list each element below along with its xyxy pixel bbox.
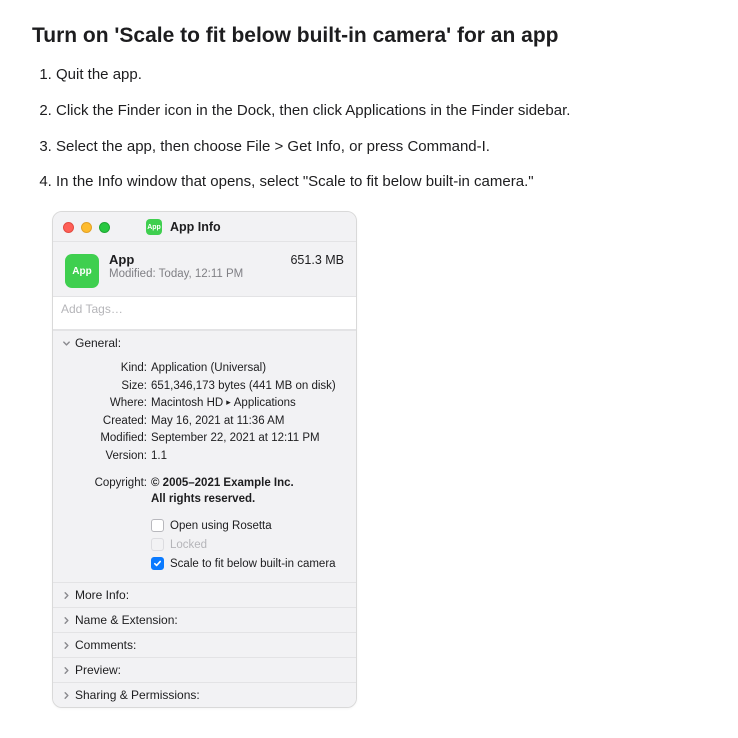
checkbox-icon: [151, 538, 164, 551]
kv-value: © 2005–2021 Example Inc. All rights rese…: [151, 476, 346, 507]
checkbox-icon[interactable]: [151, 519, 164, 532]
kv-value: Macintosh HD▸Applications: [151, 396, 346, 412]
header-modified: Modified: Today, 12:11 PM: [109, 268, 344, 280]
tags-field[interactable]: [53, 296, 356, 330]
section-label: Comments:: [75, 638, 136, 652]
kv-label: Where:: [63, 396, 151, 412]
kv-modified: Modified: September 22, 2021 at 12:11 PM: [63, 431, 346, 447]
tags-input[interactable]: [59, 301, 350, 317]
info-header: App App 651.3 MB Modified: Today, 12:11 …: [53, 242, 356, 296]
section-comments-header[interactable]: Comments:: [53, 632, 356, 657]
header-modified-value: Today, 12:11 PM: [159, 268, 244, 280]
checkbox-row-rosetta[interactable]: Open using Rosetta: [151, 519, 346, 532]
kv-where: Where: Macintosh HD▸Applications: [63, 396, 346, 412]
section-general-header[interactable]: General:: [53, 330, 356, 355]
section-preview-header[interactable]: Preview:: [53, 657, 356, 682]
get-info-window: App App Info App App 651.3 MB Modified: …: [52, 211, 357, 708]
step-item: Select the app, then choose File > Get I…: [56, 136, 706, 158]
section-sharing-header[interactable]: Sharing & Permissions:: [53, 682, 356, 707]
chevron-down-icon: [61, 338, 71, 348]
kv-label: Version:: [63, 449, 151, 465]
kv-version: Version: 1.1: [63, 449, 346, 465]
checkbox-row-scale[interactable]: Scale to fit below built-in camera: [151, 557, 346, 570]
chevron-right-icon: [61, 590, 71, 600]
kv-kind: Kind: Application (Universal): [63, 361, 346, 377]
app-icon: App: [65, 254, 99, 288]
titlebar: App App Info: [53, 212, 356, 242]
app-name: App: [109, 252, 134, 267]
kv-label: Modified:: [63, 431, 151, 447]
section-general-body: Kind: Application (Universal) Size: 651,…: [53, 355, 356, 582]
section-label: Preview:: [75, 663, 121, 677]
step-item: Quit the app.: [56, 64, 706, 86]
kv-size: Size: 651,346,173 bytes (441 MB on disk): [63, 379, 346, 395]
copyright-line: © 2005–2021 Example Inc.: [151, 477, 294, 489]
where-part: Macintosh HD: [151, 397, 223, 409]
minimize-icon[interactable]: [81, 222, 92, 233]
where-part: Applications: [234, 397, 296, 409]
kv-label: Copyright:: [63, 476, 151, 492]
chevron-right-icon: [61, 665, 71, 675]
kv-created: Created: May 16, 2021 at 11:36 AM: [63, 414, 346, 430]
kv-label: Kind:: [63, 361, 151, 377]
checkbox-label: Locked: [170, 539, 207, 551]
close-icon[interactable]: [63, 222, 74, 233]
step-item: In the Info window that opens, select "S…: [56, 171, 706, 193]
chevron-right-icon: [61, 690, 71, 700]
section-more-info-header[interactable]: More Info:: [53, 582, 356, 607]
checkbox-list: Open using Rosetta Locked Scale to fit b…: [63, 519, 346, 570]
title-app-icon: App: [146, 219, 162, 235]
window-title: App Info: [170, 220, 221, 234]
traffic-lights: [63, 222, 110, 233]
checkbox-row-locked: Locked: [151, 538, 346, 551]
section-label: More Info:: [75, 588, 129, 602]
step-item: Click the Finder icon in the Dock, then …: [56, 100, 706, 122]
app-size: 651.3 MB: [290, 253, 344, 267]
chevron-right-icon: [61, 615, 71, 625]
section-label: Sharing & Permissions:: [75, 688, 200, 702]
kv-value: September 22, 2021 at 12:11 PM: [151, 431, 346, 447]
kv-value: 651,346,173 bytes (441 MB on disk): [151, 379, 346, 395]
section-general-label: General:: [75, 336, 121, 350]
kv-value: 1.1: [151, 449, 346, 465]
header-modified-label: Modified:: [109, 268, 156, 280]
checkbox-icon[interactable]: [151, 557, 164, 570]
section-name-ext-header[interactable]: Name & Extension:: [53, 607, 356, 632]
checkbox-label: Open using Rosetta: [170, 520, 272, 532]
page-title: Turn on 'Scale to fit below built-in cam…: [32, 24, 706, 48]
section-label: Name & Extension:: [75, 613, 178, 627]
kv-label: Size:: [63, 379, 151, 395]
zoom-icon[interactable]: [99, 222, 110, 233]
kv-value: May 16, 2021 at 11:36 AM: [151, 414, 346, 430]
path-separator-icon: ▸: [226, 397, 231, 407]
checkbox-label: Scale to fit below built-in camera: [170, 558, 336, 570]
kv-value: Application (Universal): [151, 361, 346, 377]
kv-label: Created:: [63, 414, 151, 430]
copyright-line: All rights reserved.: [151, 493, 255, 505]
kv-copyright: Copyright: © 2005–2021 Example Inc. All …: [63, 476, 346, 507]
steps-list: Quit the app. Click the Finder icon in t…: [32, 64, 706, 193]
chevron-right-icon: [61, 640, 71, 650]
